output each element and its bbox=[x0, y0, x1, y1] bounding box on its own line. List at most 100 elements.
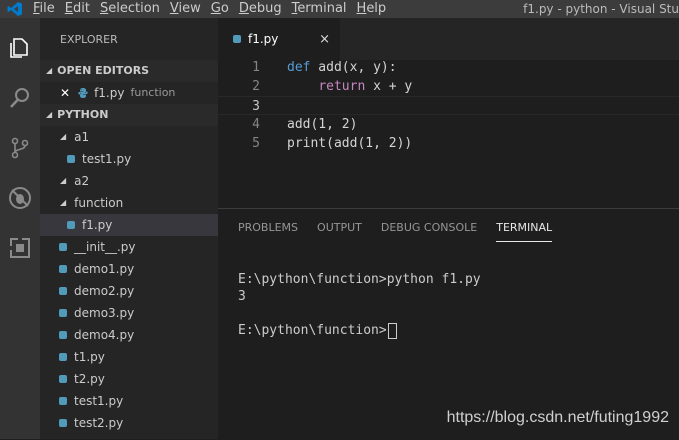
watermark: https://blog.csdn.net/futing1992 bbox=[446, 409, 669, 426]
line-number: 1 bbox=[252, 60, 260, 75]
project-file-item[interactable]: __init__.py bbox=[40, 236, 218, 258]
python-file-icon bbox=[67, 155, 75, 163]
folder-function[interactable]: ◢ function bbox=[40, 192, 218, 214]
line-number: 4 bbox=[252, 117, 260, 132]
explorer-sidebar: EXPLORER ◢ OPEN EDITORS ✕ f1.py function… bbox=[40, 18, 218, 439]
tab-output[interactable]: OUTPUT bbox=[317, 209, 362, 239]
file-a1-test1[interactable]: test1.py bbox=[40, 148, 218, 170]
code-text: print(add(1, 2)) bbox=[287, 136, 413, 151]
python-file-icon bbox=[59, 419, 67, 427]
menu-selection[interactable]: Selection bbox=[97, 0, 167, 18]
terminal-output[interactable]: E:\python\function>python f1.py 3 E:\pyt… bbox=[238, 271, 481, 339]
menu-view[interactable]: View bbox=[167, 0, 208, 18]
terminal-cursor bbox=[387, 322, 397, 339]
folder-a1-label: a1 bbox=[74, 130, 90, 144]
debug-icon[interactable] bbox=[0, 178, 40, 218]
tab-debug-console[interactable]: DEBUG CONSOLE bbox=[381, 209, 477, 239]
activity-bar bbox=[0, 18, 40, 439]
explorer-icon[interactable] bbox=[0, 28, 40, 68]
expanded-triangle-icon: ◢ bbox=[46, 110, 53, 119]
code-line: 1 def add(x, y): bbox=[218, 58, 679, 77]
tab-f1[interactable]: f1.py × bbox=[218, 18, 340, 60]
menu-file[interactable]: File bbox=[30, 0, 62, 18]
current-code-line: 3 bbox=[218, 96, 679, 115]
code-editor[interactable]: 1 def add(x, y): 2 return x + y 3 4 add(… bbox=[218, 60, 679, 208]
file-label: t2.py bbox=[74, 372, 105, 386]
file-label: test1.py bbox=[82, 152, 132, 166]
terminal-prompt: E:\python\function> bbox=[238, 323, 387, 338]
file-function-f1[interactable]: f1.py bbox=[40, 214, 218, 236]
file-label: __init__.py bbox=[74, 240, 136, 254]
file-label: test2.py bbox=[74, 416, 124, 430]
project-file-item[interactable]: t2.py bbox=[40, 368, 218, 390]
expanded-triangle-icon: ◢ bbox=[60, 176, 67, 185]
project-file-item[interactable]: test2.py bbox=[40, 412, 218, 434]
file-label: demo2.py bbox=[74, 284, 135, 298]
folder-function-label: function bbox=[74, 196, 124, 210]
python-project-header[interactable]: ◢ PYTHON bbox=[40, 104, 218, 126]
file-label: f1.py bbox=[82, 218, 113, 232]
folder-a2[interactable]: ◢ a2 bbox=[40, 170, 218, 192]
code-line: 5 print(add(1, 2)) bbox=[218, 134, 679, 153]
tab-close-icon[interactable]: × bbox=[319, 32, 330, 47]
open-editor-name: f1.py bbox=[94, 86, 125, 100]
menu-terminal[interactable]: Terminal bbox=[289, 0, 354, 18]
source-control-icon[interactable] bbox=[0, 128, 40, 168]
folder-a2-label: a2 bbox=[74, 174, 90, 188]
line-number: 5 bbox=[252, 136, 260, 151]
folder-a1[interactable]: ◢ a1 bbox=[40, 126, 218, 148]
file-label: t1.py bbox=[74, 350, 105, 364]
expanded-triangle-icon: ◢ bbox=[46, 66, 53, 75]
line-number: 2 bbox=[252, 79, 260, 94]
tab-terminal[interactable]: TERMINAL bbox=[496, 209, 553, 242]
project-file-item[interactable]: t1.py bbox=[40, 346, 218, 368]
explorer-title: EXPLORER bbox=[60, 33, 118, 46]
project-label: PYTHON bbox=[57, 108, 109, 121]
tab-label: f1.py bbox=[248, 32, 279, 46]
terminal-line: E:\python\function>python f1.py bbox=[238, 272, 481, 287]
python-file-icon bbox=[59, 375, 67, 383]
keyword: return bbox=[318, 79, 366, 94]
keyword: def bbox=[287, 60, 311, 75]
project-file-item[interactable]: demo3.py bbox=[40, 302, 218, 324]
project-file-item[interactable]: demo1.py bbox=[40, 258, 218, 280]
close-icon[interactable]: ✕ bbox=[60, 82, 70, 104]
search-icon[interactable] bbox=[0, 78, 40, 118]
file-label: demo1.py bbox=[74, 262, 135, 276]
file-label: test1.py bbox=[74, 394, 124, 408]
python-file-icon bbox=[59, 353, 67, 361]
expanded-triangle-icon: ◢ bbox=[60, 198, 67, 207]
panel-tabs: PROBLEMS OUTPUT DEBUG CONSOLE TERMINAL bbox=[238, 209, 571, 242]
python-file-icon bbox=[59, 397, 67, 405]
python-file-icon bbox=[59, 265, 67, 273]
project-file-item[interactable]: demo2.py bbox=[40, 280, 218, 302]
title-bar: File Edit Selection View Go Debug Termin… bbox=[0, 0, 679, 18]
menu-help[interactable]: Help bbox=[354, 0, 394, 18]
editor-tabs: f1.py × bbox=[218, 18, 679, 60]
open-editors-header[interactable]: ◢ OPEN EDITORS bbox=[40, 60, 218, 82]
menu-edit[interactable]: Edit bbox=[62, 0, 97, 18]
code-text: add(x, y): bbox=[310, 60, 397, 75]
extensions-icon[interactable] bbox=[0, 228, 40, 268]
line-number: 3 bbox=[252, 99, 260, 114]
project-file-item[interactable]: test1.py bbox=[40, 390, 218, 412]
code-text: add(1, 2) bbox=[287, 117, 358, 132]
python-file-icon bbox=[78, 88, 88, 98]
expanded-triangle-icon: ◢ bbox=[60, 132, 67, 141]
open-editors-label: OPEN EDITORS bbox=[57, 64, 150, 77]
file-label: demo4.py bbox=[74, 328, 135, 342]
vscode-logo-icon bbox=[0, 0, 30, 18]
code-line: 2 return x + y bbox=[218, 77, 679, 96]
python-file-icon bbox=[59, 331, 67, 339]
project-file-item[interactable]: demo4.py bbox=[40, 324, 218, 346]
project-file-list: __init__.py demo1.py demo2.py demo3.py demo4… bbox=[40, 236, 218, 434]
tab-problems[interactable]: PROBLEMS bbox=[238, 209, 298, 239]
menu-debug[interactable]: Debug bbox=[236, 0, 289, 18]
open-editor-item[interactable]: ✕ f1.py function bbox=[40, 82, 218, 104]
window-title: f1.py - python - Visual Stu bbox=[523, 2, 679, 16]
python-file-icon bbox=[59, 243, 67, 251]
python-file-icon bbox=[59, 287, 67, 295]
menu-bar: File Edit Selection View Go Debug Termin… bbox=[30, 0, 393, 18]
menu-go[interactable]: Go bbox=[208, 0, 236, 18]
